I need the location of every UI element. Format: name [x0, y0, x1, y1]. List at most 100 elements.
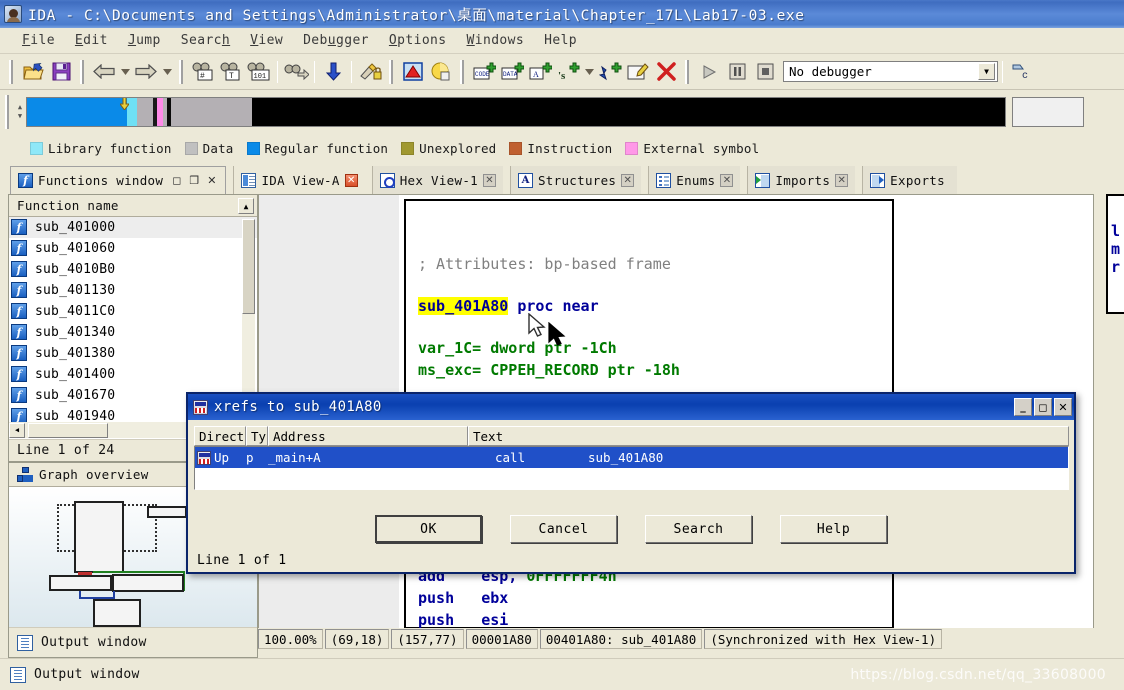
- save-icon[interactable]: [47, 58, 75, 86]
- xrefs-table-row[interactable]: Up p _main+A call sub_401A80: [195, 447, 1068, 468]
- xrefs-column-type[interactable]: Tyр: [246, 426, 268, 446]
- search-binary-icon[interactable]: 101: [245, 58, 273, 86]
- close-icon[interactable]: ✕: [207, 174, 216, 187]
- make-struct-icon[interactable]: 's: [554, 58, 582, 86]
- toolbar-grip-4[interactable]: [388, 59, 395, 84]
- tab-imports[interactable]: Imports ✕: [747, 166, 856, 194]
- xrefs-dialog[interactable]: xrefs to sub_401A80 _ ◻ ✕ Directi Tyр Ad…: [186, 392, 1076, 574]
- output-window-header[interactable]: Output window: [9, 627, 257, 657]
- tab-close-hex-view-1-icon[interactable]: ✕: [482, 173, 496, 187]
- functions-column-header[interactable]: Function name ▲: [9, 195, 257, 217]
- tab-exports[interactable]: Exports: [862, 166, 957, 194]
- menu-item-help[interactable]: Help: [534, 31, 587, 50]
- navband-data-1[interactable]: [137, 98, 153, 126]
- toolbar-grip-2[interactable]: [79, 59, 86, 84]
- navband-overview-box[interactable]: [1012, 97, 1084, 127]
- toolbar-grip-5[interactable]: [459, 59, 466, 84]
- help-button[interactable]: Help: [780, 515, 887, 543]
- xrefs-column-address[interactable]: Address: [268, 426, 468, 446]
- search-next-icon[interactable]: [282, 58, 310, 86]
- tab-close-structures-icon[interactable]: ✕: [621, 173, 635, 187]
- tab-enums[interactable]: Enums ✕: [648, 166, 741, 194]
- search-text-icon[interactable]: T: [217, 58, 245, 86]
- ok-button[interactable]: OK: [375, 515, 482, 543]
- tab-close-imports-icon[interactable]: ✕: [835, 173, 849, 187]
- menu-item-view[interactable]: View: [240, 31, 293, 50]
- search-hex-icon[interactable]: #: [189, 58, 217, 86]
- make-ascii-icon[interactable]: A: [526, 58, 554, 86]
- debugger-stop-icon[interactable]: [751, 58, 779, 86]
- disassembly-proc-line[interactable]: sub_401A80 proc near: [418, 297, 599, 315]
- make-array-icon[interactable]: [596, 58, 624, 86]
- menu-item-jump[interactable]: Jump: [118, 31, 171, 50]
- output-window-bar[interactable]: Output window https://blog.csdn.net/qq_3…: [0, 658, 1124, 690]
- navband-scroll-arrows[interactable]: ▲ ▼: [14, 95, 26, 129]
- navband-regular-function[interactable]: [27, 98, 127, 126]
- back-dropdown-icon[interactable]: [118, 58, 132, 86]
- chevron-down-icon[interactable]: ▼: [978, 63, 995, 80]
- warnings-icon[interactable]: [399, 58, 427, 86]
- functions-hscroll-thumb[interactable]: [28, 422, 108, 438]
- tab-hex-view-1[interactable]: Hex View-1 ✕: [371, 166, 503, 194]
- forward-dropdown-icon[interactable]: [160, 58, 174, 86]
- toolbar-grip-6[interactable]: [684, 59, 691, 84]
- tab-close-enums-icon[interactable]: ✕: [720, 173, 734, 187]
- jump-entry-icon[interactable]: [356, 58, 384, 86]
- xrefs-column-direction[interactable]: Directi: [194, 426, 246, 446]
- close-icon[interactable]: ✕: [1054, 398, 1072, 416]
- navband-grip[interactable]: [4, 95, 11, 129]
- make-code-icon[interactable]: CODE: [470, 58, 498, 86]
- right-clipped-panel[interactable]: l m r: [1106, 194, 1124, 314]
- menu-item-options[interactable]: Options: [379, 31, 457, 50]
- tab-structures[interactable]: A Structures ✕: [509, 166, 642, 194]
- function-list-item[interactable]: f sub_4011C0: [9, 301, 257, 322]
- menu-item-search[interactable]: Search: [171, 31, 240, 50]
- tab-close-ida-view-a-icon[interactable]: ✕: [344, 173, 358, 187]
- quick-view-icon[interactable]: [427, 58, 455, 86]
- jump-to-icon[interactable]: [319, 58, 347, 86]
- restore-icon[interactable]: ◻: [172, 174, 181, 187]
- scroll-left-icon[interactable]: ◀: [9, 422, 25, 438]
- functions-scroll-thumb[interactable]: [242, 219, 255, 314]
- xrefs-list[interactable]: Up p _main+A call sub_401A80: [194, 446, 1069, 490]
- menu-item-edit[interactable]: Edit: [65, 31, 118, 50]
- function-list-item[interactable]: f sub_401130: [9, 280, 257, 301]
- back-icon[interactable]: [90, 58, 118, 86]
- make-data-icon[interactable]: DATA: [498, 58, 526, 86]
- menu-item-windows[interactable]: Windows: [457, 31, 535, 50]
- function-list-item[interactable]: f sub_401400: [9, 364, 257, 385]
- struct-dropdown-icon[interactable]: [582, 58, 596, 86]
- maximize-icon[interactable]: ❐: [189, 174, 199, 187]
- navband-unexplored-region[interactable]: [252, 98, 1005, 126]
- menu-item-debugger[interactable]: Debugger: [293, 31, 379, 50]
- debugger-pause-icon[interactable]: [723, 58, 751, 86]
- attach-process-icon[interactable]: c: [1007, 58, 1035, 86]
- function-list-item[interactable]: f sub_401340: [9, 322, 257, 343]
- function-list-item[interactable]: f sub_401380: [9, 343, 257, 364]
- highlighted-symbol[interactable]: sub_401A80: [418, 297, 509, 315]
- function-list-item[interactable]: f sub_401060: [9, 238, 257, 259]
- maximize-icon[interactable]: ◻: [1034, 398, 1052, 416]
- forward-icon[interactable]: [132, 58, 160, 86]
- xrefs-column-text[interactable]: Text: [468, 426, 1069, 446]
- open-file-icon[interactable]: [19, 58, 47, 86]
- toolbar-grip-3[interactable]: [178, 59, 185, 84]
- edit-function-icon[interactable]: [624, 58, 652, 86]
- search-button[interactable]: Search: [645, 515, 752, 543]
- minimize-icon[interactable]: _: [1014, 398, 1032, 416]
- sort-ascending-icon[interactable]: ▲: [238, 198, 254, 214]
- xrefs-title-bar[interactable]: xrefs to sub_401A80 _ ◻ ✕: [188, 394, 1074, 420]
- tab-functions-window[interactable]: f Functions window ◻ ❐ ✕: [10, 166, 227, 194]
- tab-ida-view-a[interactable]: IDA View-A ✕: [233, 166, 365, 194]
- toolbar-grip-1[interactable]: [8, 59, 15, 84]
- debugger-run-icon[interactable]: [695, 58, 723, 86]
- cancel-button[interactable]: Cancel: [510, 515, 617, 543]
- menu-item-file[interactable]: File: [12, 31, 65, 50]
- debugger-select[interactable]: No debugger ▼: [783, 61, 998, 82]
- undefine-icon[interactable]: [652, 58, 680, 86]
- navigation-band[interactable]: [26, 97, 1006, 127]
- navband-data-3[interactable]: [171, 98, 252, 126]
- function-list-item[interactable]: f sub_4010B0: [9, 259, 257, 280]
- window-title-bar[interactable]: IDA - C:\Documents and Settings\Administ…: [0, 0, 1124, 28]
- function-list-item[interactable]: f sub_401000: [9, 217, 257, 238]
